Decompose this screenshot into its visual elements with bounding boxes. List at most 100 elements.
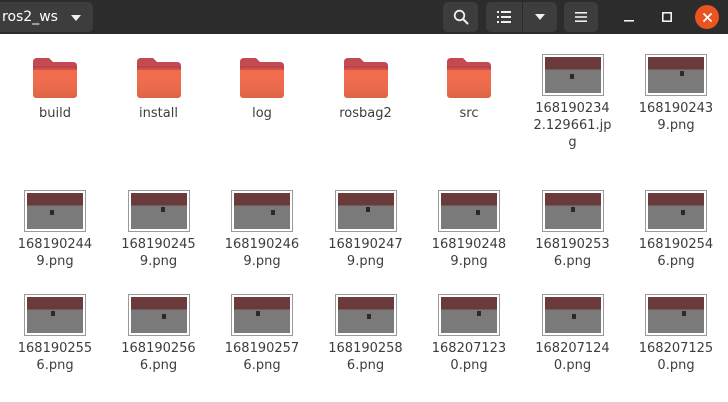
file-item[interactable]: 1681902566.png	[107, 292, 211, 402]
chevron-down-icon	[535, 14, 545, 20]
file-item[interactable]: 1681902536.png	[521, 188, 625, 298]
folder-item[interactable]: build	[3, 52, 107, 162]
image-thumbnail	[438, 294, 500, 336]
thumbnail-object	[680, 71, 684, 76]
search-icon	[453, 9, 468, 25]
file-name: rosbag2	[339, 106, 392, 121]
image-thumbnail	[24, 294, 86, 336]
thumbnail-object	[161, 314, 166, 319]
thumbnail-preview	[337, 193, 394, 229]
file-item[interactable]: 1681902342.129661.jpg	[521, 52, 625, 162]
file-item[interactable]: 1682071250.png	[624, 292, 728, 402]
thumbnail-preview	[130, 193, 187, 229]
thumbnail-object	[681, 210, 685, 215]
file-name: 1681902469.png	[224, 237, 300, 269]
minimize-icon	[624, 20, 634, 22]
thumbnail-preview	[648, 57, 704, 93]
image-thumbnail	[231, 294, 293, 336]
thumbnail-object	[476, 210, 480, 215]
folder-icon	[447, 58, 491, 98]
file-item[interactable]: 1681902469.png	[210, 188, 314, 298]
list-view-icon	[497, 11, 511, 23]
thumbnail-object	[682, 311, 686, 316]
folder-item[interactable]: rosbag2	[314, 52, 418, 162]
file-name: install	[139, 106, 178, 121]
thumbnail-object	[160, 207, 165, 212]
file-name: 1681902556.png	[17, 341, 93, 373]
file-item[interactable]: 1681902576.png	[210, 292, 314, 402]
thumbnail-preview	[544, 57, 601, 93]
file-item[interactable]: 1681902546.png	[624, 188, 728, 298]
thumbnail-object	[365, 207, 370, 212]
file-name: log	[252, 106, 272, 121]
thumbnail-preview	[27, 193, 83, 229]
image-thumbnail	[645, 294, 707, 336]
folder-item[interactable]: src	[417, 52, 521, 162]
thumbnail-preview	[234, 297, 290, 333]
image-thumbnail	[541, 294, 604, 336]
file-name: 1681902342.129661.jpg	[533, 101, 612, 150]
thumbnail-object	[477, 311, 481, 316]
file-name: 1681902489.png	[431, 237, 507, 269]
file-item[interactable]: 1681902459.png	[107, 188, 211, 298]
thumbnail-preview	[441, 297, 497, 333]
search-button[interactable]	[443, 2, 478, 32]
file-grid: build install log rosbag2 src 1681902342.1296…	[0, 34, 728, 380]
thumbnail-object	[51, 311, 55, 316]
thumbnail-preview	[130, 297, 187, 333]
file-item[interactable]: 1681902489.png	[417, 188, 521, 298]
file-name: 1681902546.png	[638, 237, 714, 269]
thumbnail-preview	[544, 193, 601, 229]
file-name: 1681902439.png	[638, 101, 714, 133]
file-name: 1681902459.png	[121, 237, 196, 269]
file-name: 1682071240.png	[535, 341, 610, 373]
image-thumbnail	[24, 190, 86, 232]
file-name: src	[459, 106, 479, 121]
thumbnail-preview	[648, 297, 704, 333]
close-button[interactable]	[692, 2, 722, 32]
image-thumbnail	[541, 190, 604, 232]
thumbnail-preview	[441, 193, 497, 229]
close-icon	[702, 12, 712, 22]
close-circle	[695, 5, 719, 29]
image-thumbnail	[127, 294, 190, 336]
view-options-button[interactable]	[523, 2, 557, 32]
file-name: build	[39, 106, 71, 121]
file-item[interactable]: 1681902449.png	[3, 188, 107, 298]
folder-item[interactable]: log	[210, 52, 314, 162]
maximize-icon	[662, 12, 672, 22]
folder-icon	[240, 58, 284, 98]
file-item[interactable]: 1681902479.png	[314, 188, 418, 298]
thumbnail-object	[50, 210, 54, 215]
image-thumbnail	[541, 54, 604, 96]
file-item[interactable]: 1682071240.png	[521, 292, 625, 402]
file-name: 1681902536.png	[535, 237, 610, 269]
folder-item[interactable]: install	[107, 52, 211, 162]
list-view-button[interactable]	[486, 2, 522, 32]
file-item[interactable]: 1681902439.png	[624, 52, 728, 162]
header-bar: ros2_ws	[0, 0, 728, 34]
thumbnail-preview	[234, 193, 290, 229]
thumbnail-object	[256, 311, 260, 316]
view-toggle-group	[486, 2, 557, 32]
file-name: 1682071250.png	[638, 341, 714, 373]
file-item[interactable]: 1681902556.png	[3, 292, 107, 402]
image-thumbnail	[231, 190, 293, 232]
maximize-button[interactable]	[652, 2, 682, 32]
folder-icon	[33, 58, 77, 98]
minimize-button[interactable]	[614, 2, 644, 32]
thumbnail-object	[271, 210, 275, 215]
thumbnail-object	[569, 74, 574, 79]
file-item[interactable]: 1682071230.png	[417, 292, 521, 402]
thumbnail-object	[570, 207, 575, 212]
thumbnail-object	[366, 314, 371, 319]
thumbnail-preview	[648, 193, 704, 229]
main-menu-button[interactable]	[564, 2, 598, 32]
image-thumbnail	[334, 190, 397, 232]
file-item[interactable]: 1681902586.png	[314, 292, 418, 402]
file-name: 1681902586.png	[328, 341, 403, 373]
path-bar-button[interactable]: ros2_ws	[0, 2, 93, 32]
file-name: 1681902449.png	[17, 237, 93, 269]
image-thumbnail	[645, 190, 707, 232]
thumbnail-object	[571, 314, 576, 319]
